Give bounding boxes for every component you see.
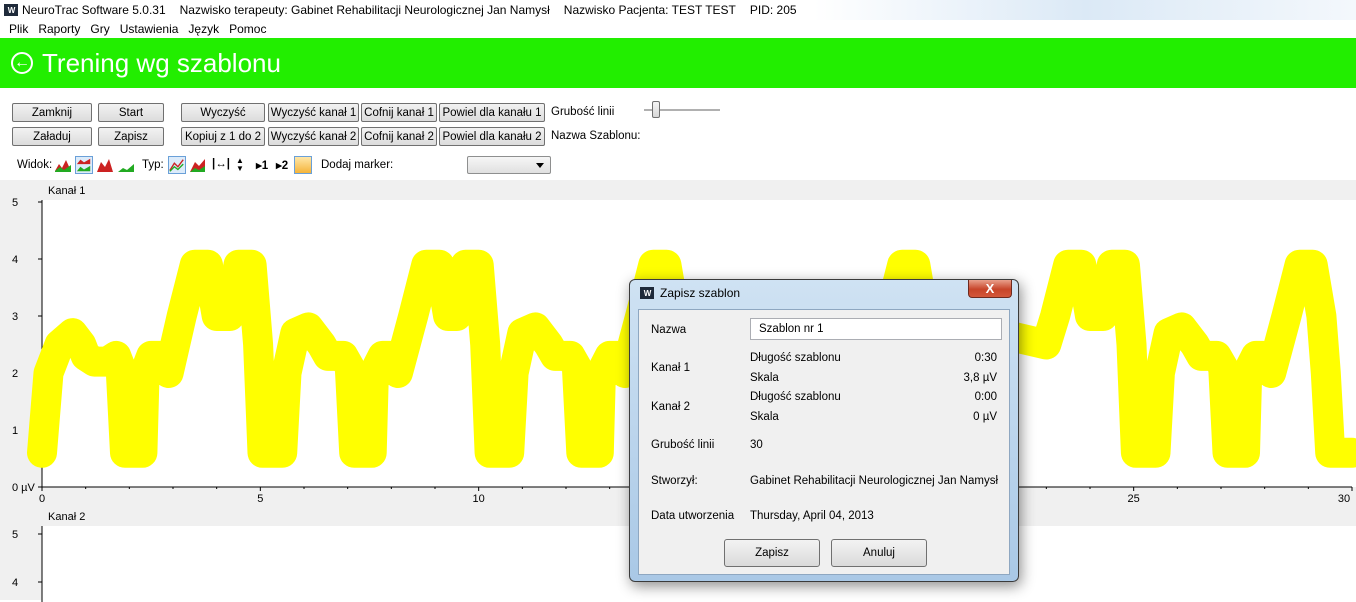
line-width-label: Grubość linii <box>651 439 715 451</box>
marker-2-icon[interactable]: ▸2 <box>276 158 288 172</box>
created-date-label: Data utworzenia <box>651 510 735 522</box>
channel-2-label: Kanał 2 <box>48 511 85 523</box>
copy-1-to-2-button[interactable]: Kopiuj z 1 do 2 <box>181 127 265 146</box>
neurotrac-logo-icon: W <box>640 287 654 299</box>
channel-1-x-tick-label: 25 <box>1128 493 1140 505</box>
channel-1-y-tick-label: 4 <box>12 254 18 266</box>
neurotrac-logo-icon: W <box>4 4 18 16</box>
menu-plik[interactable]: Plik <box>0 22 33 36</box>
view-stacked-icon[interactable] <box>75 156 93 174</box>
view-channel-1-icon[interactable] <box>96 156 114 174</box>
dialog-content: Nazwa Kanał 1 Długość szablonu 0:30 Skal… <box>638 309 1010 575</box>
channel-1-length-label: Długość szablonu <box>750 352 841 364</box>
channel-2-length-label: Długość szablonu <box>750 391 841 403</box>
add-marker-dropdown[interactable] <box>467 156 551 174</box>
clear-button[interactable]: Wyczyść <box>181 103 265 122</box>
patient-id: PID: 205 <box>749 3 797 17</box>
template-name-label: Nazwa Szablonu: <box>551 130 641 142</box>
dialog-title: Zapisz szablon <box>660 286 741 300</box>
channel-1-y-tick-label: 0 µV <box>12 482 36 494</box>
channel-1-scale-value: 3,8 µV <box>963 372 997 384</box>
close-icon[interactable]: X <box>968 280 1012 298</box>
menu-gry[interactable]: Gry <box>85 22 114 36</box>
duplicate-channel-1-button[interactable]: Powiel dla kanału 1 <box>439 103 545 122</box>
clear-channel-1-button[interactable]: Wyczyść kanał 1 <box>268 103 359 122</box>
channel-1-x-tick-label: 5 <box>257 493 263 505</box>
channel-1-x-tick-label: 10 <box>473 493 485 505</box>
channel-2-y-tick-label: 4 <box>12 577 18 589</box>
channel-1-x-tick-label: 0 <box>39 493 45 505</box>
window-titlebar: W NeuroTrac Software 5.0.31 Nazwisko ter… <box>0 0 1356 20</box>
save-template-dialog: W Zapisz szablon X Nazwa Kanał 1 Długość… <box>629 279 1019 582</box>
channel-1-y-tick-label: 2 <box>12 368 18 380</box>
clear-channel-2-button[interactable]: Wyczyść kanał 2 <box>268 127 359 146</box>
undo-channel-2-button[interactable]: Cofnij kanał 2 <box>361 127 437 146</box>
menu-pomoc[interactable]: Pomoc <box>224 22 271 36</box>
undo-channel-1-button[interactable]: Cofnij kanał 1 <box>361 103 437 122</box>
channel-2-scale-value: 0 µV <box>973 411 997 423</box>
marker-1-label: 1 <box>261 160 269 172</box>
auto-scale-icon[interactable]: ▲ ▼ <box>236 157 244 173</box>
dialog-cancel-button[interactable]: Anuluj <box>831 539 927 567</box>
channel-2-y-tick-label: 5 <box>12 529 18 541</box>
page-title: Trening wg szablonu <box>42 47 281 78</box>
dialog-titlebar: W Zapisz szablon <box>640 286 740 300</box>
marker-2-label: 2 <box>281 160 289 172</box>
line-width-value: 30 <box>750 439 763 451</box>
created-by-value: Gabinet Rehabilitacji Neurologicznej Jan… <box>750 475 999 487</box>
line-width-slider-thumb[interactable] <box>652 101 660 118</box>
patient-name: Nazwisko Pacjenta: TEST TEST <box>563 3 736 17</box>
channel-2-length-value: 0:00 <box>974 391 997 403</box>
channel-1-label: Kanał 1 <box>48 185 85 197</box>
close-button[interactable]: Zamknij <box>12 103 92 122</box>
page-header: ← Trening wg szablonu <box>0 38 1356 88</box>
start-button[interactable]: Start <box>98 103 164 122</box>
channel-1-x-tick-label: 30 <box>1338 493 1350 505</box>
created-date-value: Thursday, April 04, 2013 <box>750 510 874 522</box>
channel-1-length-value: 0:30 <box>974 352 997 364</box>
view-label: Widok: <box>17 159 53 171</box>
view-both-channels-icon[interactable] <box>54 156 72 174</box>
menu-bar: Plik Raporty Gry Ustawienia Język Pomoc <box>0 20 1356 38</box>
load-button[interactable]: Załaduj <box>12 127 92 146</box>
duplicate-channel-2-button[interactable]: Powiel dla kanału 2 <box>439 127 545 146</box>
back-arrow-icon[interactable]: ← <box>11 52 33 74</box>
channel-1-y-tick-label: 3 <box>12 311 18 323</box>
template-name-input[interactable] <box>750 318 1002 340</box>
name-label: Nazwa <box>651 324 687 336</box>
type-line-icon[interactable] <box>168 156 186 174</box>
channel-2-scale-label: Skala <box>750 411 779 423</box>
channel-1-label: Kanał 1 <box>651 362 691 374</box>
menu-ustawienia[interactable]: Ustawienia <box>115 22 184 36</box>
menu-jezyk[interactable]: Język <box>183 22 224 36</box>
fit-width-icon[interactable]: |↔| <box>212 158 230 170</box>
line-width-label: Grubość linii <box>551 106 615 118</box>
channel-1-y-tick-label: 5 <box>12 197 18 209</box>
view-channel-2-icon[interactable] <box>117 156 135 174</box>
marker-1-icon[interactable]: ▸1 <box>256 158 268 172</box>
add-marker-label: Dodaj marker: <box>321 159 394 171</box>
app-title: NeuroTrac Software 5.0.31 <box>22 3 166 17</box>
chevron-down-icon <box>536 163 544 168</box>
dialog-save-button[interactable]: Zapisz <box>724 539 820 567</box>
color-picker-icon[interactable] <box>294 156 312 174</box>
channel-1-y-tick-label: 1 <box>12 425 18 437</box>
created-by-label: Stworzył: <box>651 475 698 487</box>
save-button[interactable]: Zapisz <box>98 127 164 146</box>
menu-raporty[interactable]: Raporty <box>33 22 85 36</box>
type-area-icon[interactable] <box>189 156 207 174</box>
channel-2-label: Kanał 2 <box>651 401 691 413</box>
type-label: Typ: <box>142 159 164 171</box>
therapist-name: Nazwisko terapeuty: Gabinet Rehabilitacj… <box>179 3 550 17</box>
channel-1-scale-label: Skala <box>750 372 779 384</box>
